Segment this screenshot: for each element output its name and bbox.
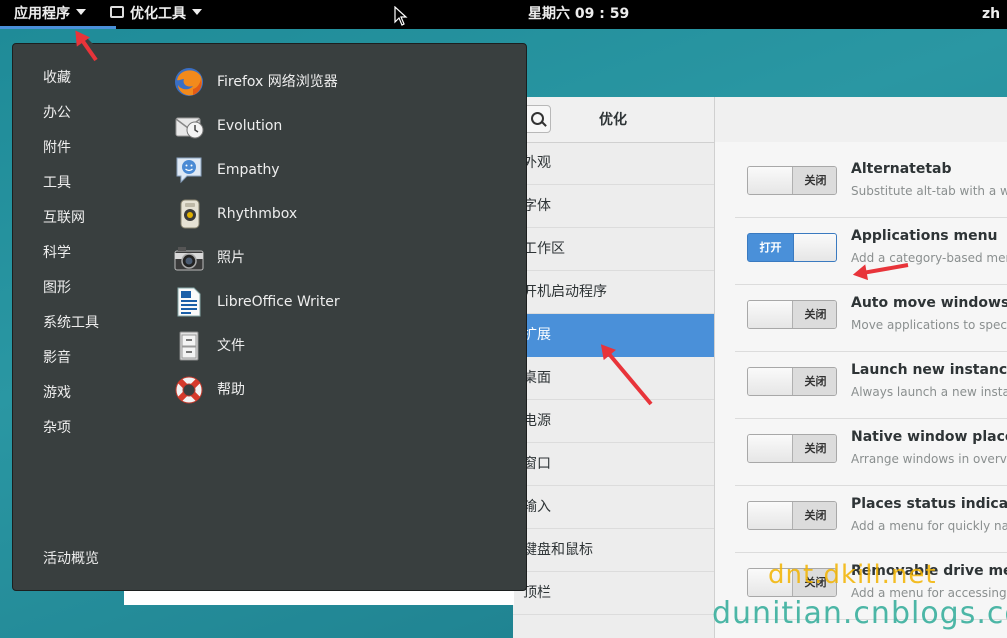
tweak-tool-header: 优化 <box>513 97 1007 143</box>
app-label: Empathy <box>217 162 280 178</box>
extension-description: Arrange windows in overvie <box>851 452 1007 466</box>
switch-knob <box>748 435 793 462</box>
files-icon <box>179 331 199 361</box>
extension-row: 关闭 Auto move windows Move applications to … <box>735 285 1007 352</box>
extension-row: 关闭 Launch new instance Always launch a new… <box>735 352 1007 419</box>
sidebar-item-appearance[interactable]: 外观 <box>513 142 714 185</box>
evolution-icon <box>175 117 204 139</box>
category-system-tools[interactable]: 系统工具 <box>43 306 99 341</box>
extension-toggle-switch[interactable]: 关闭 <box>747 300 837 329</box>
empathy-icon <box>176 157 202 184</box>
category-sound-video[interactable]: 影音 <box>43 341 99 376</box>
applications-menu-label: 应用程序 <box>14 6 70 22</box>
watermark: dnt.dkill.net <box>768 560 937 590</box>
caret-down-icon <box>76 9 86 15</box>
tweak-tool-icon <box>110 6 124 18</box>
category-sundry[interactable]: 杂项 <box>43 411 99 446</box>
category-favorites[interactable]: 收藏 <box>43 61 99 96</box>
app-label: 帮助 <box>217 382 245 398</box>
extension-name: Applications menu <box>851 228 998 244</box>
extension-description: Substitute alt-tab with a wi <box>851 184 1007 198</box>
camera-icon <box>174 247 204 271</box>
switch-state-label: 关闭 <box>793 502 836 529</box>
switch-knob <box>748 368 793 395</box>
firefox-icon <box>175 68 203 96</box>
extension-toggle-switch[interactable]: 关闭 <box>747 434 837 463</box>
category-office[interactable]: 办公 <box>43 96 99 131</box>
extension-row: 关闭 Native window placer Arrange windows in… <box>735 419 1007 486</box>
extension-row: 关闭 Places status indicato Add a menu for q… <box>735 486 1007 553</box>
switch-state-label: 打开 <box>748 234 793 261</box>
active-indicator <box>0 26 116 29</box>
tweak-tool-title: 优化 <box>599 112 627 128</box>
extension-name: Places status indicato <box>851 496 1007 512</box>
caret-down-icon <box>192 9 202 15</box>
category-science[interactable]: 科学 <box>43 236 99 271</box>
app-label: 文件 <box>217 338 245 354</box>
writer-icon <box>177 287 201 317</box>
app-label: Rhythmbox <box>217 206 298 222</box>
switch-state-label: 关闭 <box>793 301 836 328</box>
app-label: LibreOffice Writer <box>217 294 340 310</box>
extension-row: 打开 Applications menu Add a category-based … <box>735 218 1007 285</box>
top-bar: 应用程序 优化工具 星期六 09 : 59 zh <box>0 0 1007 29</box>
extension-name: Alternatetab <box>851 161 952 177</box>
extension-description: Add a menu for quickly navi <box>851 519 1007 533</box>
switch-state-label: 关闭 <box>793 167 836 194</box>
rhythmbox-icon <box>180 199 200 229</box>
category-graphics[interactable]: 图形 <box>43 271 99 306</box>
switch-knob <box>748 502 793 529</box>
sidebar-item-windows[interactable]: 窗口 <box>513 443 714 486</box>
mouse-cursor-icon <box>394 6 408 26</box>
sidebar-item-keyboard-mouse[interactable]: 键盘和鼠标 <box>513 529 714 572</box>
category-accessories[interactable]: 附件 <box>43 131 99 166</box>
app-label: Evolution <box>217 118 283 134</box>
sidebar-item-workspaces[interactable]: 工作区 <box>513 228 714 271</box>
tweak-tool-window: 优化 外观 字体 工作区 开机启动程序 扩展 桌面 电源 窗口 输入 键盘和鼠标… <box>513 97 1007 638</box>
app-label: 照片 <box>217 250 245 266</box>
switch-knob <box>748 301 793 328</box>
switch-state-label: 关闭 <box>793 435 836 462</box>
category-internet[interactable]: 互联网 <box>43 201 99 236</box>
tweak-tool-app-label: 优化工具 <box>130 6 186 22</box>
extension-toggle-switch[interactable]: 打开 <box>747 233 837 262</box>
switch-state-label: 关闭 <box>793 368 836 395</box>
switch-knob <box>793 234 836 261</box>
extension-name: Auto move windows <box>851 295 1007 311</box>
sidebar-item-startup-apps[interactable]: 开机启动程序 <box>513 271 714 314</box>
applications-menu-button[interactable]: 应用程序 <box>0 0 116 29</box>
category-games[interactable]: 游戏 <box>43 376 99 411</box>
extension-description: Always launch a new instanc <box>851 385 1007 399</box>
extension-toggle-switch[interactable]: 关闭 <box>747 166 837 195</box>
input-language-indicator[interactable]: zh <box>982 0 1000 29</box>
sidebar-item-fonts[interactable]: 字体 <box>513 185 714 228</box>
category-utilities[interactable]: 工具 <box>43 166 99 201</box>
activities-overview-link[interactable]: 活动概览 <box>43 548 99 568</box>
extension-name: Native window placer <box>851 429 1007 445</box>
help-lifebuoy-icon <box>175 376 203 404</box>
extension-toggle-switch[interactable]: 关闭 <box>747 367 837 396</box>
sidebar-item-top-bar[interactable]: 顶栏 <box>513 572 714 615</box>
extension-description: Add a category-based menu <box>851 251 1007 265</box>
app-label: Firefox 网络浏览器 <box>217 74 338 90</box>
app-category-list: 收藏 办公 附件 工具 互联网 科学 图形 系统工具 影音 游戏 杂项 <box>43 61 99 446</box>
tweak-tool-app-menu[interactable]: 优化工具 <box>110 0 202 29</box>
tweak-categories-sidebar: 外观 字体 工作区 开机启动程序 扩展 桌面 电源 窗口 输入 键盘和鼠标 顶栏 <box>513 142 714 615</box>
extension-toggle-switch[interactable]: 关闭 <box>747 501 837 530</box>
watermark: dunitian.cnblogs.com <box>712 596 1007 631</box>
extension-description: Move applications to specif <box>851 318 1007 332</box>
extension-name: Launch new instance <box>851 362 1007 378</box>
switch-knob <box>748 167 793 194</box>
extension-row: 关闭 Alternatetab Substitute alt-tab with a … <box>735 151 1007 218</box>
sidebar-item-power[interactable]: 电源 <box>513 400 714 443</box>
applications-menu-popup: 收藏 办公 附件 工具 互联网 科学 图形 系统工具 影音 游戏 杂项 活动概览… <box>12 35 527 591</box>
sidebar-item-typing[interactable]: 输入 <box>513 486 714 529</box>
search-button[interactable] <box>523 105 551 133</box>
clock[interactable]: 星期六 09 : 59 <box>528 0 629 29</box>
